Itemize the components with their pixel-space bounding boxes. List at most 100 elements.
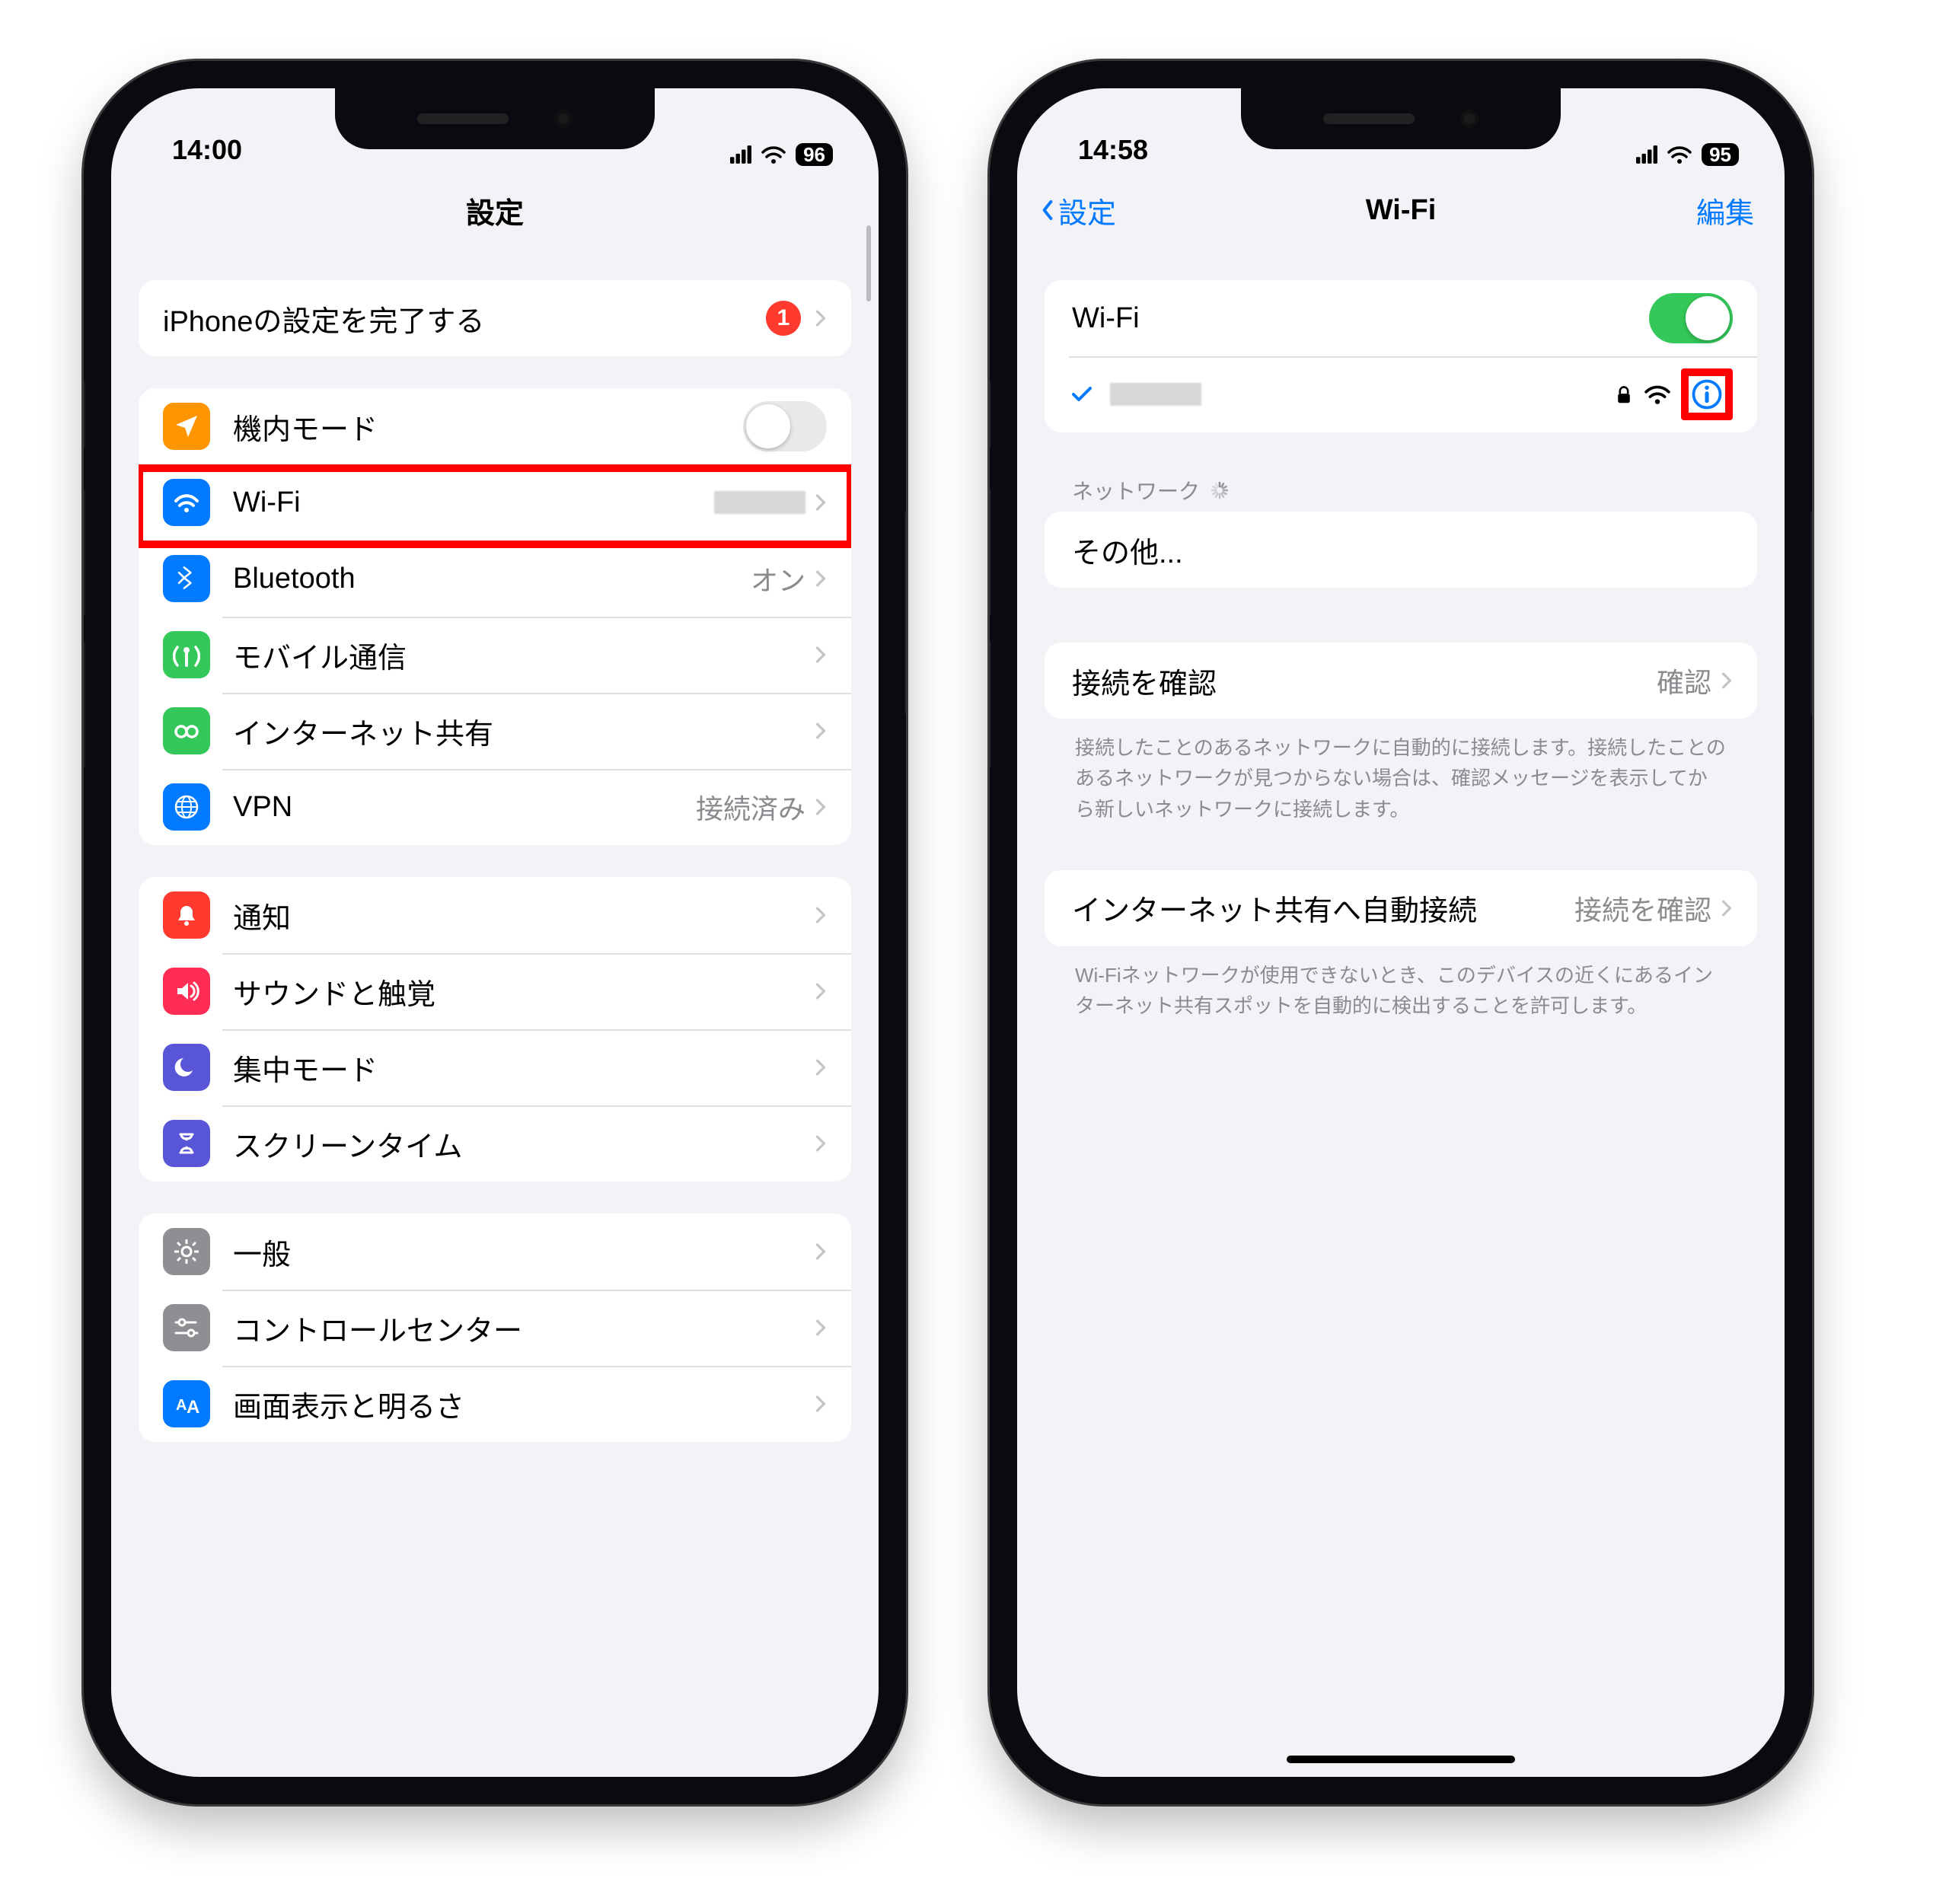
row-hotspot[interactable]: インターネット共有 [139, 693, 851, 769]
chevron-right-icon [815, 646, 827, 663]
row-screentime[interactable]: スクリーンタイム [139, 1105, 851, 1182]
phone-right: 14:58 95 設定 Wi-Fi 編集 Wi-Fi [990, 61, 1812, 1804]
row-wifi[interactable]: Wi-Fi [139, 464, 851, 541]
checkmark-icon [1070, 384, 1093, 405]
row-label: 接続を確認 [1072, 660, 1657, 702]
row-detail: 確認 [1657, 661, 1711, 700]
battery-level: 96 [796, 143, 833, 166]
row-other-network[interactable]: その他... [1045, 512, 1757, 588]
annotation-highlight-info [1681, 368, 1733, 420]
row-label: VPN [233, 791, 696, 824]
wifi-status-icon [1667, 145, 1692, 164]
row-auto-hotspot[interactable]: インターネット共有へ自動接続 接続を確認 [1045, 870, 1757, 946]
row-current-network[interactable] [1045, 356, 1757, 432]
row-label: 通知 [233, 895, 815, 936]
screen-right: 14:58 95 設定 Wi-Fi 編集 Wi-Fi [1017, 88, 1785, 1777]
row-detail: 接続済み [696, 787, 805, 827]
footer-note-ask-to-join: 接続したことのあるネットワークに自動的に接続します。接続したことのあるネットワー… [1045, 719, 1757, 824]
notification-badge: 1 [766, 301, 801, 336]
row-label: Bluetooth [233, 563, 751, 595]
nav-bar: 設定 [111, 172, 879, 248]
nav-back-label: 設定 [1058, 190, 1116, 231]
row-detail: オン [751, 559, 805, 598]
chevron-right-icon [815, 494, 827, 511]
screen-left: 14:00 96 設定 iPhoneの設定を完了する 1 [111, 88, 879, 1777]
scroll-indicator[interactable] [866, 225, 871, 301]
row-notifications[interactable]: 通知 [139, 877, 851, 953]
wifi-status-icon [761, 145, 786, 164]
wifi-network-name-blurred [714, 491, 805, 514]
row-label: スクリーンタイム [233, 1123, 815, 1165]
nav-edit-button[interactable]: 編集 [1696, 190, 1754, 231]
airplane-icon [163, 403, 210, 450]
wifi-icon [163, 479, 210, 526]
chevron-right-icon [815, 570, 827, 587]
row-label: iPhoneの設定を完了する [163, 298, 766, 340]
nav-bar: 設定 Wi-Fi 編集 [1017, 172, 1785, 248]
row-label: 画面表示と明るさ [233, 1383, 815, 1425]
nav-title: 設定 [466, 190, 524, 231]
chevron-right-icon [815, 799, 827, 815]
hourglass-icon [163, 1120, 210, 1167]
network-name-blurred [1110, 383, 1201, 406]
footer-note-auto-hotspot: Wi-Fiネットワークが使用できないとき、このデバイスの近くにあるインターネット… [1045, 946, 1757, 1022]
chevron-right-icon [1721, 900, 1733, 917]
row-wifi-toggle[interactable]: Wi-Fi [1045, 280, 1757, 356]
row-control-center[interactable]: コントロールセンター [139, 1290, 851, 1366]
row-label: インターネット共有 [233, 710, 815, 752]
chevron-right-icon [815, 983, 827, 1000]
hotspot-icon [163, 707, 210, 754]
spinner-icon [1211, 481, 1229, 499]
gear-icon [163, 1228, 210, 1275]
display-icon [163, 1380, 210, 1427]
sliders-icon [163, 1304, 210, 1351]
row-detail: 接続を確認 [1574, 888, 1711, 928]
row-label: その他... [1072, 529, 1733, 571]
row-label: モバイル通信 [233, 634, 815, 676]
chevron-right-icon [815, 722, 827, 739]
row-vpn[interactable]: VPN 接続済み [139, 769, 851, 845]
chevron-right-icon [815, 1059, 827, 1076]
bluetooth-icon [163, 555, 210, 602]
row-ask-to-join[interactable]: 接続を確認 確認 [1045, 643, 1757, 719]
section-header-label: ネットワーク [1072, 475, 1200, 506]
wifi-toggle[interactable] [1649, 293, 1733, 343]
speaker-icon [163, 968, 210, 1015]
nav-back-button[interactable]: 設定 [1040, 190, 1116, 231]
row-label: 機内モード [233, 406, 743, 448]
section-header-networks: ネットワーク [1072, 475, 1757, 506]
row-label: コントロールセンター [233, 1307, 815, 1349]
row-label: インターネット共有へ自動接続 [1072, 887, 1477, 929]
airplane-toggle[interactable] [743, 401, 827, 451]
cell-signal-icon [730, 145, 751, 164]
row-label: 集中モード [233, 1047, 815, 1089]
row-sounds[interactable]: サウンドと触覚 [139, 953, 851, 1029]
row-setup-iphone[interactable]: iPhoneの設定を完了する 1 [139, 280, 851, 356]
row-label: サウンドと触覚 [233, 971, 815, 1013]
row-bluetooth[interactable]: Bluetooth オン [139, 541, 851, 617]
row-label: 一般 [233, 1231, 815, 1273]
battery-level: 95 [1702, 143, 1739, 166]
info-icon[interactable] [1692, 379, 1722, 410]
status-time: 14:58 [1078, 134, 1148, 166]
row-display[interactable]: 画面表示と明るさ [139, 1366, 851, 1442]
phone-left: 14:00 96 設定 iPhoneの設定を完了する 1 [84, 61, 906, 1804]
row-label: Wi-Fi [233, 486, 714, 519]
antenna-icon [163, 631, 210, 678]
status-time: 14:00 [172, 134, 242, 166]
row-label: Wi-Fi [1072, 302, 1649, 335]
row-focus[interactable]: 集中モード [139, 1029, 851, 1105]
nav-title: Wi-Fi [1366, 194, 1437, 227]
row-airplane-mode[interactable]: 機内モード [139, 388, 851, 464]
vpn-globe-icon [163, 783, 210, 831]
bell-icon [163, 891, 210, 939]
chevron-right-icon [815, 907, 827, 923]
home-indicator[interactable] [1287, 1756, 1515, 1763]
row-cellular[interactable]: モバイル通信 [139, 617, 851, 693]
moon-icon [163, 1044, 210, 1091]
chevron-right-icon [815, 1135, 827, 1152]
lock-icon [1614, 383, 1634, 406]
chevron-right-icon [1721, 672, 1733, 689]
chevron-right-icon [815, 1395, 827, 1412]
row-general[interactable]: 一般 [139, 1214, 851, 1290]
